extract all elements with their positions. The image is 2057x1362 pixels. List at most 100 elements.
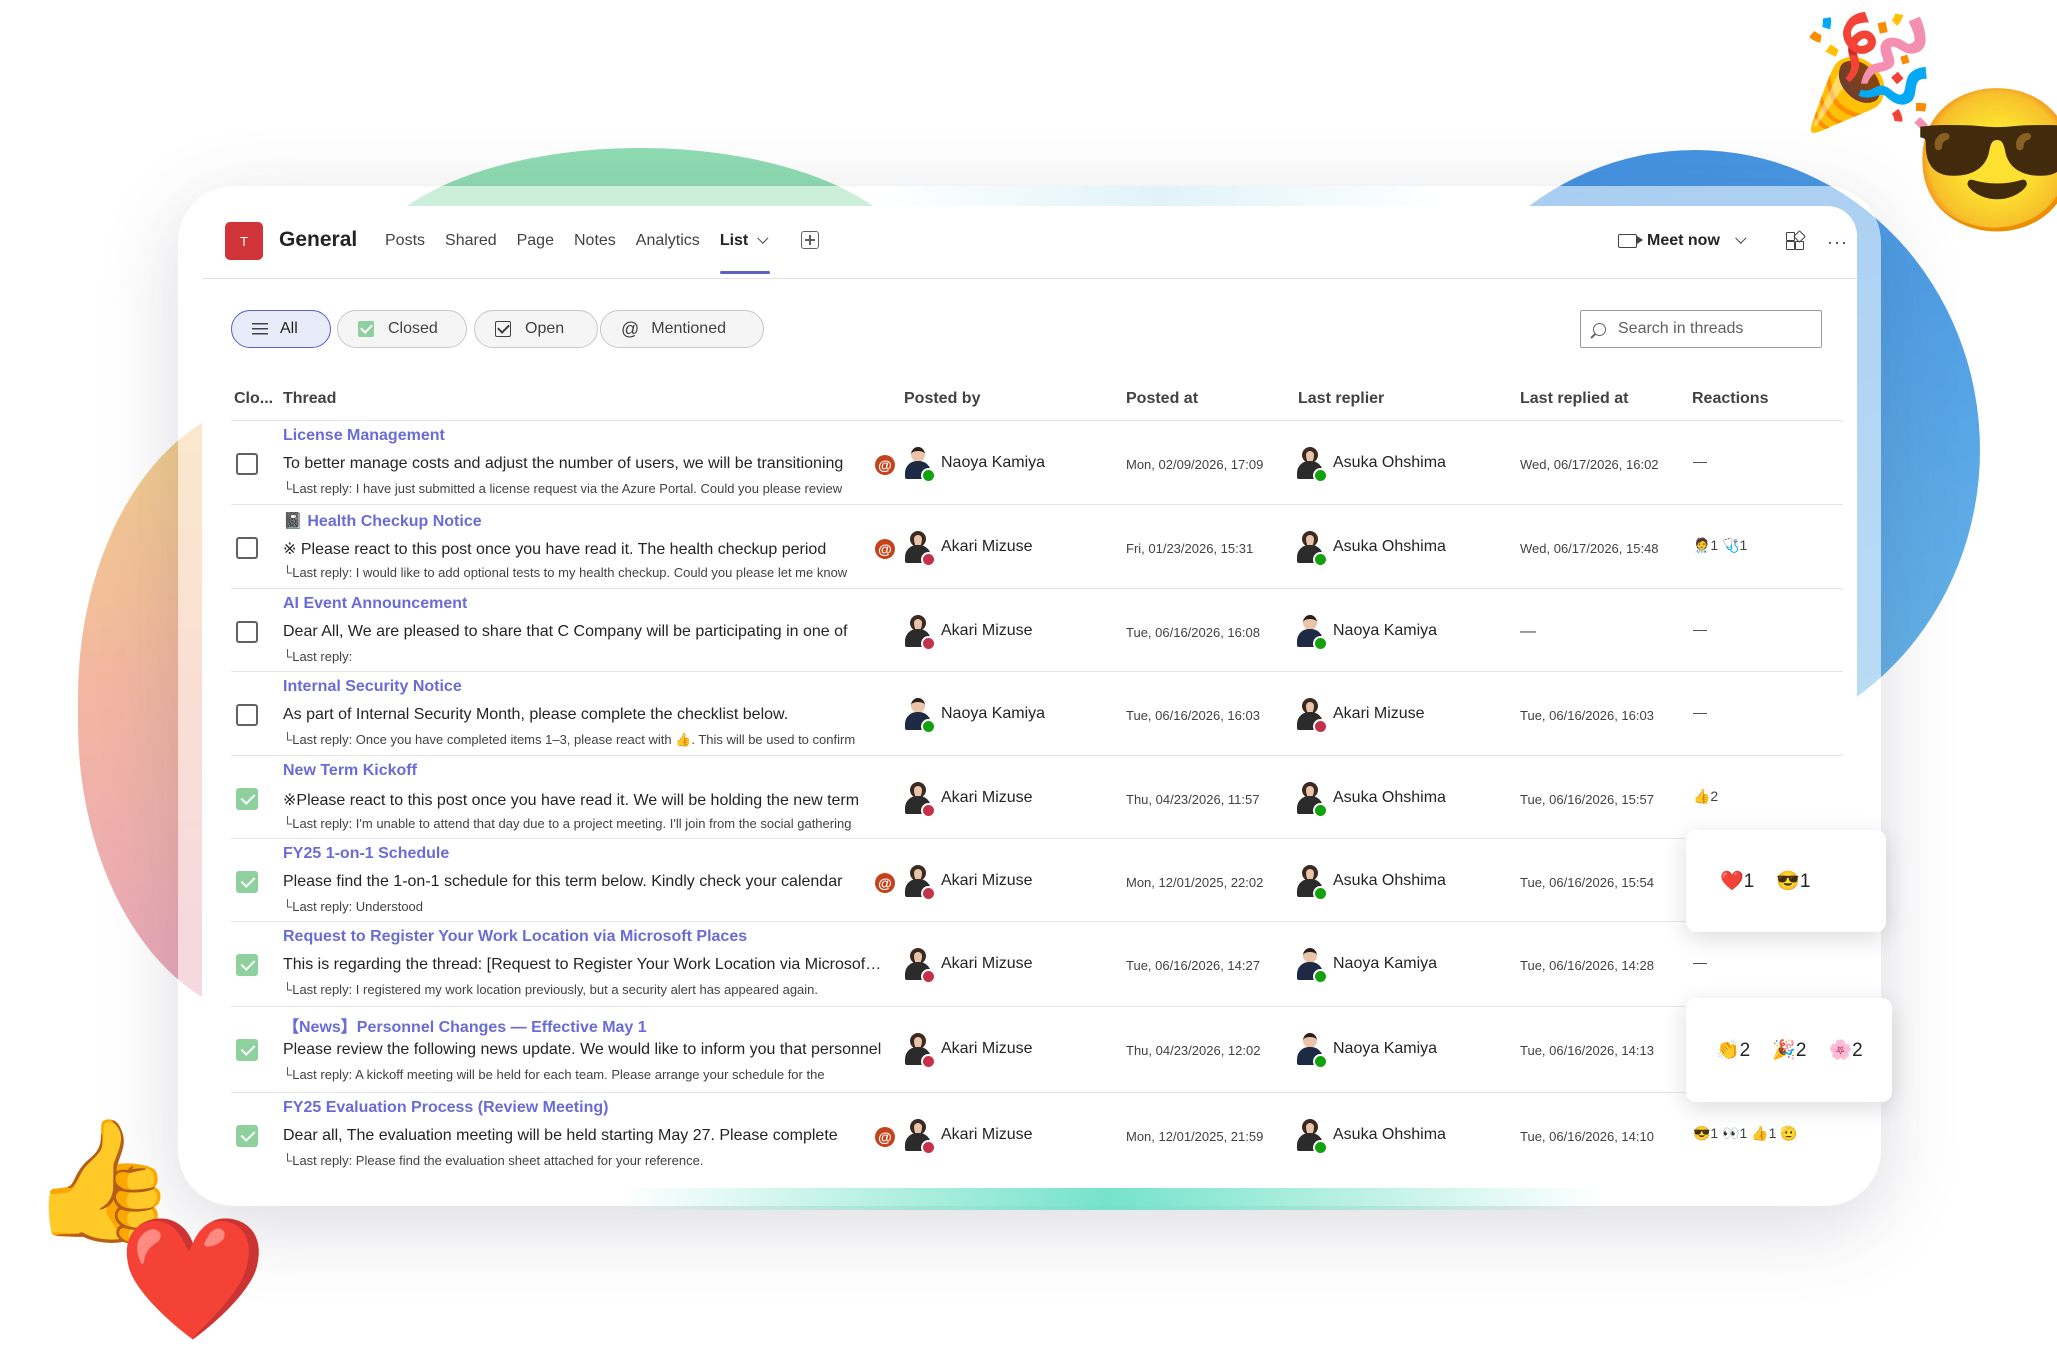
avatar[interactable]	[1295, 696, 1328, 734]
chevron-down-icon[interactable]	[1735, 232, 1747, 244]
reaction-party[interactable]: 🎉2	[1772, 1038, 1806, 1062]
tab-posts[interactable]: Posts	[385, 232, 425, 278]
last-replier[interactable]: Naoya Kamiya	[1295, 1031, 1437, 1069]
avatar[interactable]	[1295, 780, 1328, 818]
avatar[interactable]	[903, 529, 936, 567]
avatar[interactable]	[1295, 1031, 1328, 1069]
avatar[interactable]	[1295, 613, 1328, 651]
avatar[interactable]	[1295, 1117, 1328, 1155]
table-row[interactable]: 【News】Personnel Changes — Effective May …	[231, 1006, 1843, 1091]
thread-title[interactable]: Internal Security Notice	[283, 678, 462, 696]
reactions[interactable]: —	[1693, 453, 1707, 469]
posted-by[interactable]: Akari Mizuse	[903, 1117, 1033, 1155]
posted-by[interactable]: Akari Mizuse	[903, 780, 1033, 818]
closed-checkbox[interactable]	[236, 453, 258, 475]
closed-checkbox[interactable]	[236, 788, 258, 810]
thread-title[interactable]: 【News】Personnel Changes — Effective May …	[283, 1013, 647, 1037]
tab-list[interactable]: List	[719, 232, 771, 278]
avatar[interactable]	[1295, 529, 1328, 567]
column-header-posted-at[interactable]: Posted at	[1126, 390, 1198, 408]
column-header-last-replied-at[interactable]: Last replied at	[1520, 390, 1628, 408]
reaction-clap[interactable]: 👏2	[1716, 1038, 1750, 1062]
column-header-last-replier[interactable]: Last replier	[1298, 390, 1384, 408]
avatar[interactable]	[903, 946, 936, 984]
thread-title[interactable]: 📓 Health Checkup Notice	[283, 511, 482, 531]
thread-title[interactable]: Request to Register Your Work Location v…	[283, 928, 747, 946]
last-replier[interactable]: Asuka Ohshima	[1295, 529, 1446, 567]
posted-by[interactable]: Naoya Kamiya	[903, 696, 1045, 734]
reactions[interactable]: 👍2	[1693, 788, 1718, 805]
table-row[interactable]: Request to Register Your Work Location v…	[231, 921, 1843, 1006]
avatar[interactable]	[903, 613, 936, 651]
thread-title[interactable]: AI Event Announcement	[283, 595, 467, 613]
reaction-popup[interactable]: 👏2 🎉2 🌸2	[1686, 998, 1892, 1102]
last-replier[interactable]: Naoya Kamiya	[1295, 613, 1437, 651]
closed-checkbox[interactable]	[236, 954, 258, 976]
column-header-closed[interactable]: Clo...	[234, 390, 273, 408]
last-replier[interactable]: Akari Mizuse	[1295, 696, 1425, 734]
posted-by[interactable]: Akari Mizuse	[903, 529, 1033, 567]
table-row[interactable]: FY25 1-on-1 Schedule Please find the 1-on…	[231, 838, 1843, 923]
add-tab-icon[interactable]	[801, 231, 819, 249]
avatar[interactable]	[1295, 863, 1328, 901]
last-replier[interactable]: Asuka Ohshima	[1295, 780, 1446, 818]
last-replier[interactable]: Asuka Ohshima	[1295, 863, 1446, 901]
closed-checkbox[interactable]	[236, 621, 258, 643]
avatar[interactable]	[903, 696, 936, 734]
closed-checkbox[interactable]	[236, 1125, 258, 1147]
closed-checkbox[interactable]	[236, 537, 258, 559]
reaction-blossom[interactable]: 🌸2	[1828, 1038, 1862, 1062]
thread-title[interactable]: New Term Kickoff	[283, 762, 417, 780]
closed-checkbox[interactable]	[236, 871, 258, 893]
last-replier[interactable]: Asuka Ohshima	[1295, 1117, 1446, 1155]
posted-by[interactable]: Akari Mizuse	[903, 613, 1033, 651]
posted-by[interactable]: Naoya Kamiya	[903, 445, 1045, 483]
table-row[interactable]: FY25 Evaluation Process (Review Meeting)…	[231, 1092, 1843, 1177]
reactions[interactable]: —	[1693, 954, 1707, 970]
avatar[interactable]	[903, 1031, 936, 1069]
filter-closed-button[interactable]: Closed	[337, 310, 467, 348]
filter-open-button[interactable]: Open	[474, 310, 598, 348]
reactions[interactable]: 😎1 👀1 👍1 🫡	[1693, 1125, 1798, 1142]
thread-title[interactable]: License Management	[283, 427, 445, 445]
table-row[interactable]: AI Event Announcement Dear All, We are pl…	[231, 588, 1843, 673]
team-avatar[interactable]: T	[225, 222, 263, 260]
closed-checkbox[interactable]	[236, 1039, 258, 1061]
column-header-thread[interactable]: Thread	[283, 390, 336, 408]
search-box[interactable]: Search in threads	[1580, 310, 1822, 348]
reactions[interactable]: 🧑‍⚕️1 🩺1	[1693, 537, 1747, 554]
table-row[interactable]: New Term Kickoff ※Please react to this po…	[231, 755, 1843, 840]
reaction-popup[interactable]: ❤️1 😎1	[1686, 830, 1886, 932]
column-header-reactions[interactable]: Reactions	[1692, 390, 1768, 408]
thread-title[interactable]: FY25 Evaluation Process (Review Meeting)	[283, 1099, 608, 1117]
table-row[interactable]: Internal Security Notice As part of Inter…	[231, 671, 1843, 756]
posted-by[interactable]: Akari Mizuse	[903, 946, 1033, 984]
filter-mentioned-button[interactable]: @ Mentioned	[600, 310, 764, 348]
last-replier[interactable]: Asuka Ohshima	[1295, 445, 1446, 483]
thread-title[interactable]: FY25 1-on-1 Schedule	[283, 845, 449, 863]
reaction-heart[interactable]: ❤️1	[1720, 869, 1754, 893]
table-row[interactable]: 📓 Health Checkup Notice ※ Please react to…	[231, 504, 1843, 589]
tab-notes[interactable]: Notes	[574, 232, 616, 278]
last-replier[interactable]: Naoya Kamiya	[1295, 946, 1437, 984]
table-row[interactable]: License Management To better manage costs…	[231, 420, 1843, 505]
tab-page[interactable]: Page	[517, 232, 554, 278]
apps-icon[interactable]	[1786, 230, 1806, 250]
tab-analytics[interactable]: Analytics	[636, 232, 700, 278]
reaction-sunglasses[interactable]: 😎1	[1776, 869, 1810, 893]
tab-shared[interactable]: Shared	[445, 232, 497, 278]
column-header-posted-by[interactable]: Posted by	[904, 390, 980, 408]
closed-checkbox[interactable]	[236, 704, 258, 726]
avatar[interactable]	[903, 445, 936, 483]
avatar[interactable]	[903, 780, 936, 818]
avatar[interactable]	[903, 863, 936, 901]
filter-all-button[interactable]: All	[231, 310, 331, 348]
reactions[interactable]: —	[1693, 621, 1707, 637]
avatar[interactable]	[1295, 445, 1328, 483]
posted-by[interactable]: Akari Mizuse	[903, 863, 1033, 901]
reactions[interactable]: —	[1693, 704, 1707, 720]
meet-now-button[interactable]: Meet now	[1618, 232, 1747, 250]
avatar[interactable]	[1295, 946, 1328, 984]
avatar[interactable]	[903, 1117, 936, 1155]
more-options-icon[interactable]: ···	[1827, 232, 1848, 253]
